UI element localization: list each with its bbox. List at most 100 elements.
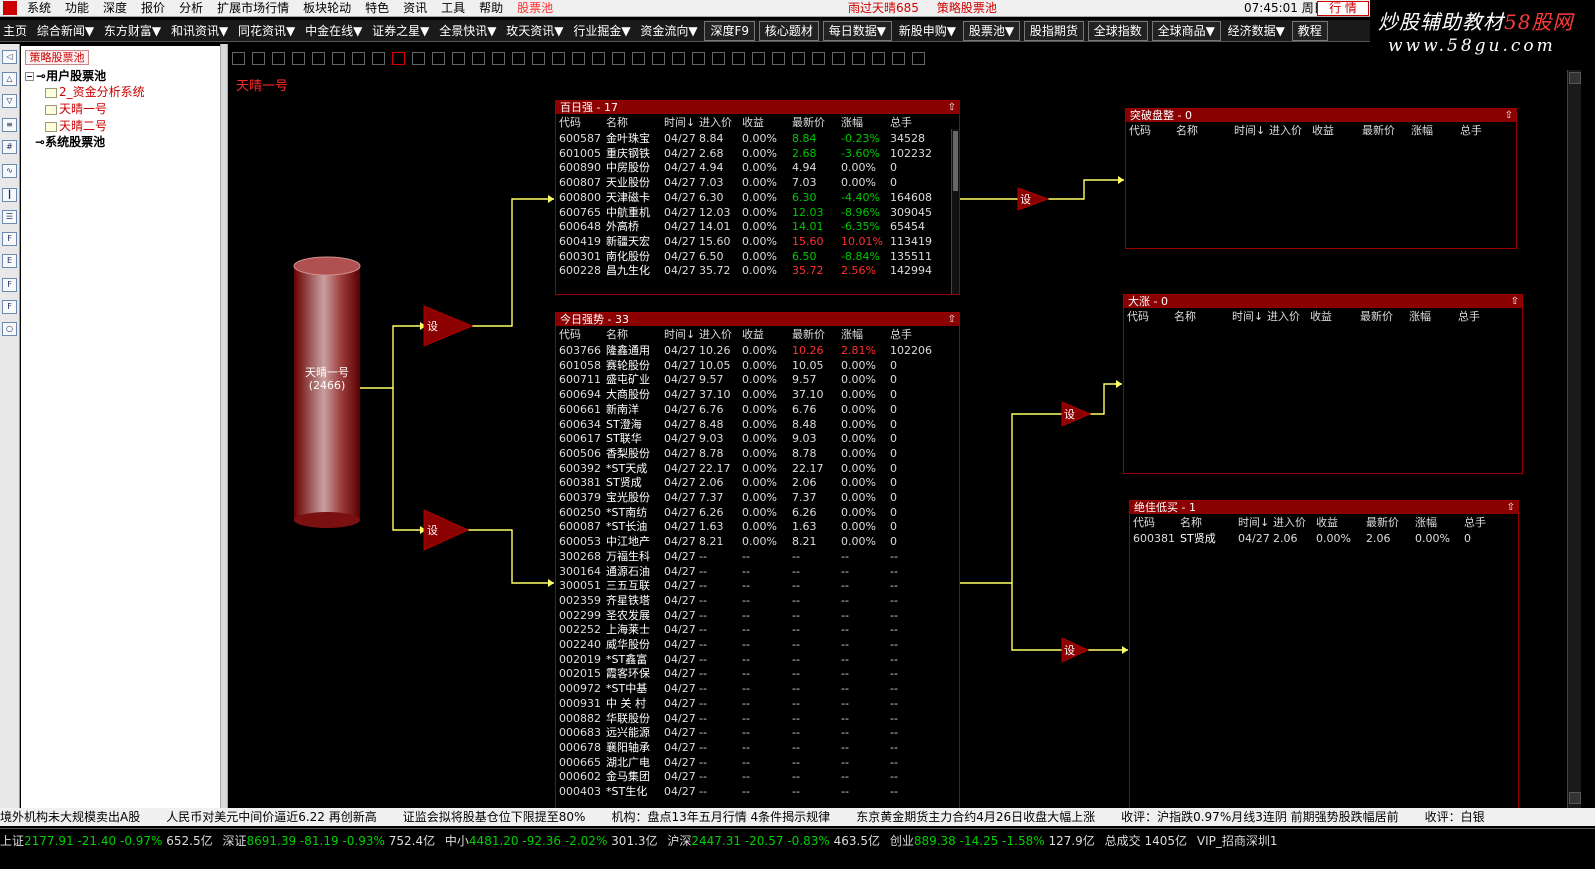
f10-icon[interactable]: F (2, 232, 17, 246)
tree-node-user-pool[interactable]: − ⊸用户股票池 (25, 68, 106, 84)
col-volume-header[interactable]: 总手 (1458, 309, 1480, 324)
col-time-header[interactable]: 时间↓ (664, 115, 695, 130)
table-row[interactable]: 601058 赛轮股份 04/27 10.05 0.00% 10.05 0.00% 0 (556, 358, 959, 373)
col-entry-header[interactable]: 进入价 (1267, 309, 1300, 324)
menu-function[interactable]: 功能 (58, 0, 96, 16)
line-icon[interactable] (532, 52, 545, 65)
ticker-item[interactable]: 收评：沪指跌0.97%月线3连阴 前期强势股跌幅居前 (1121, 810, 1399, 824)
col-name-header[interactable]: 名称 (606, 115, 628, 130)
menu-help[interactable]: 帮助 (472, 0, 510, 16)
report-icon[interactable]: ≡ (2, 118, 17, 132)
col-time-header[interactable]: 时间↓ (1232, 309, 1263, 324)
table-row[interactable]: 300164 通源石油 04/27 -- -- -- -- -- (556, 564, 959, 579)
col-last-header[interactable]: 最新价 (1366, 515, 1399, 530)
col-return-header[interactable]: 收益 (1312, 123, 1334, 138)
col-time-header[interactable]: 时间↓ (664, 327, 695, 342)
tab-ipo[interactable]: 新股申购▼ (896, 20, 959, 41)
menu-sector-rotation[interactable]: 板块轮动 (296, 0, 358, 16)
canvas-scrollbar[interactable] (1567, 70, 1581, 808)
collapse-icon[interactable]: − (25, 72, 34, 81)
stop-icon[interactable] (372, 52, 385, 65)
col-name-header[interactable]: 名称 (1180, 515, 1202, 530)
tree-item-fund-analysis[interactable]: 2_资金分析系统 (45, 84, 145, 100)
col-return-header[interactable]: 收益 (742, 115, 764, 130)
col-volume-header[interactable]: 总手 (890, 327, 912, 342)
tab-general-news[interactable]: 综合新闻▼ (34, 20, 97, 41)
flow-canvas[interactable]: 天晴一号 天晴一号 (2466) 设 设 设 设 设 百日强 - 17 ⇧ 代码… (228, 70, 1567, 825)
tab-stockstar[interactable]: 证券之星▼ (369, 20, 432, 41)
col-name-header[interactable]: 名称 (1176, 123, 1198, 138)
distribute-icon[interactable] (712, 52, 725, 65)
table-row[interactable]: 601005 重庆钢铁 04/27 2.68 0.00% 2.68 -3.60% 102232 (556, 146, 959, 161)
tab-core-theme[interactable]: 核心题材 (758, 21, 819, 41)
table-row[interactable]: 600301 南化股份 04/27 6.50 0.00% 6.50 -8.84% 135511 (556, 249, 959, 264)
collapse-arrow-icon[interactable]: ⇧ (948, 101, 956, 114)
col-change-header[interactable]: 涨幅 (841, 327, 863, 342)
col-return-header[interactable]: 收益 (742, 327, 764, 342)
tab-p5w[interactable]: 全景快讯▼ (436, 20, 499, 41)
tab-global-index[interactable]: 全球指数 (1087, 21, 1148, 41)
news-ticker[interactable]: 境外机构未大规模卖出A股 人民币对美元中间价逼近6.22 再创新高 证监会拟将股基仓… (0, 808, 1595, 826)
table-row[interactable]: 000602 金马集团 04/27 -- -- -- -- -- (556, 769, 959, 784)
col-last-header[interactable]: 最新价 (1360, 309, 1393, 324)
table-row[interactable]: 600228 昌九生化 04/27 35.72 0.00% 35.72 2.56% 14299… (556, 263, 959, 278)
ticker-item[interactable]: 境外机构未大规模卖出A股 (0, 810, 140, 824)
search-icon[interactable]: ○ (2, 322, 17, 336)
col-code-header[interactable]: 代码 (1133, 515, 1155, 530)
table-row[interactable]: 000931 中 关 村 04/27 -- -- -- -- -- (556, 696, 959, 711)
arrow-right-icon[interactable] (472, 52, 485, 65)
col-change-header[interactable]: 涨幅 (1415, 515, 1437, 530)
index-sh[interactable]: 上证2177.91 -21.40 -0.97% 652.5亿 (0, 829, 213, 853)
table-row[interactable]: 600617 ST联华 04/27 9.03 0.00% 9.03 0.00% 0 (556, 431, 959, 446)
tab-10jqka[interactable]: 同花资讯▼ (235, 20, 298, 41)
panel-big-rise[interactable]: 大涨 - 0 ⇧ 代码 名称 时间↓ 进入价 收益 最新价 涨幅 总手 (1123, 294, 1523, 474)
panel-today-strong[interactable]: 今日强势 - 33 ⇧ 代码 名称 时间↓ 进入价 收益 最新价 涨幅 总手 603766 隆鑫通用 0… (555, 312, 960, 825)
align-top-icon[interactable] (672, 52, 685, 65)
table-row[interactable]: 000403 *ST生化 04/27 -- -- -- -- -- (556, 784, 959, 799)
table-row[interactable]: 600379 宝光股份 04/27 7.37 0.00% 7.37 0.00% 0 (556, 490, 959, 505)
col-change-header[interactable]: 涨幅 (1409, 309, 1431, 324)
col-entry-header[interactable]: 进入价 (699, 115, 732, 130)
col-name-header[interactable]: 名称 (1174, 309, 1196, 324)
table-row[interactable]: 600087 *ST长油 04/27 1.63 0.00% 1.63 0.00% 0 (556, 519, 959, 534)
table-row[interactable]: 600419 新疆天宏 04/27 15.60 0.00% 15.60 10.01% 1134… (556, 234, 959, 249)
news-icon[interactable]: E (2, 254, 17, 268)
arrow-down-icon[interactable] (492, 52, 505, 65)
tab-eastmoney[interactable]: 东方财富▼ (101, 20, 164, 41)
align-bottom-icon[interactable] (692, 52, 705, 65)
col-last-header[interactable]: 最新价 (792, 327, 825, 342)
col-volume-header[interactable]: 总手 (1464, 515, 1486, 530)
menu-ext-market[interactable]: 扩展市场行情 (210, 0, 296, 16)
table-row[interactable]: 600587 金叶珠宝 04/27 8.84 0.00% 8.84 -0.23% 34528 (556, 131, 959, 146)
menu-depth[interactable]: 深度 (96, 0, 134, 16)
table-row[interactable]: 300268 万福生科 04/27 -- -- -- -- -- (556, 549, 959, 564)
col-time-header[interactable]: 时间↓ (1238, 515, 1269, 530)
pause-icon[interactable] (352, 52, 365, 65)
col-entry-header[interactable]: 进入价 (1269, 123, 1302, 138)
table-row[interactable]: 002359 齐星铁塔 04/27 -- -- -- -- -- (556, 593, 959, 608)
table-row[interactable]: 600381 ST贤成 04/27 2.06 0.00% 2.06 0.00% 0 (1130, 531, 1518, 546)
table-row[interactable]: 600807 天业股份 04/27 7.03 0.00% 7.03 0.00% 0 (556, 175, 959, 190)
table-icon[interactable] (512, 52, 525, 65)
table-row[interactable]: 600800 天津磁卡 04/27 6.30 0.00% 6.30 -4.40% 164608 (556, 190, 959, 205)
ellipse-icon[interactable] (572, 52, 585, 65)
quote-button[interactable]: 行 情 (1317, 1, 1369, 16)
menu-features[interactable]: 特色 (358, 0, 396, 16)
table-row[interactable]: 600765 中航重机 04/27 12.03 0.00% 12.03 -8.96% 3090… (556, 205, 959, 220)
pointer-icon[interactable] (392, 52, 405, 65)
col-return-header[interactable]: 收益 (1316, 515, 1338, 530)
ticker-item[interactable]: 收评：白银 (1425, 810, 1485, 824)
rect-icon[interactable] (552, 52, 565, 65)
tab-home[interactable]: 主页 (0, 20, 30, 41)
link-icon[interactable] (432, 52, 445, 65)
grid-icon[interactable]: # (2, 140, 17, 154)
table-row[interactable]: 600053 中江地产 04/27 8.21 0.00% 8.21 0.00% 0 (556, 534, 959, 549)
table-row[interactable]: 000972 *ST中基 04/27 -- -- -- -- -- (556, 681, 959, 696)
col-return-header[interactable]: 收益 (1310, 309, 1332, 324)
table-row[interactable]: 300051 三五互联 04/27 -- -- -- -- -- (556, 578, 959, 593)
col-change-header[interactable]: 涨幅 (1411, 123, 1433, 138)
menu-quote[interactable]: 报价 (134, 0, 172, 16)
zoom-in-icon[interactable] (732, 52, 745, 65)
table-row[interactable]: 000882 华联股份 04/27 -- -- -- -- -- (556, 711, 959, 726)
col-code-header[interactable]: 代码 (1129, 123, 1151, 138)
